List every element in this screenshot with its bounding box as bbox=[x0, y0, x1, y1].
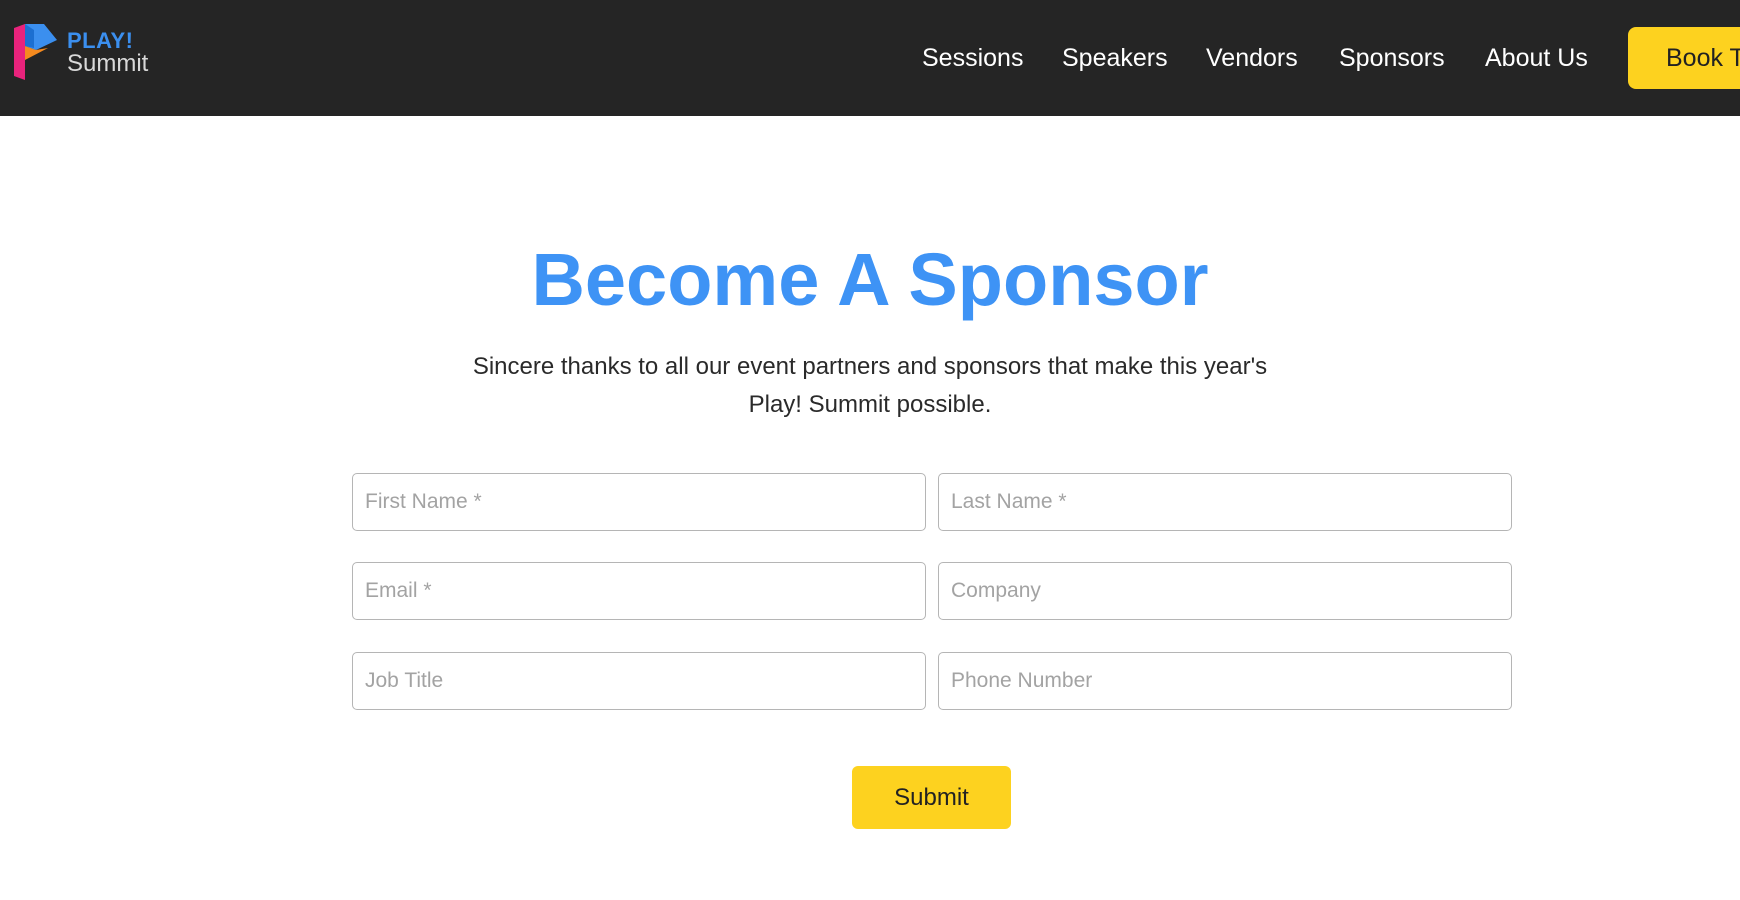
submit-button[interactable]: Submit bbox=[852, 766, 1011, 829]
site-header: PLAY! Summit Sessions Speakers Vendors S… bbox=[0, 0, 1740, 116]
page-subtitle: Sincere thanks to all our event partners… bbox=[472, 353, 1268, 418]
last-name-input[interactable] bbox=[938, 473, 1512, 531]
book-tickets-label: Book T bbox=[1666, 44, 1740, 72]
company-input[interactable] bbox=[938, 562, 1512, 620]
job-title-input[interactable] bbox=[352, 652, 926, 710]
logo-text-play: PLAY! bbox=[67, 28, 134, 53]
page-title: Become A Sponsor bbox=[531, 238, 1209, 321]
nav-item-about-us[interactable]: About Us bbox=[1485, 40, 1588, 76]
nav-item-sessions[interactable]: Sessions bbox=[922, 40, 1023, 76]
first-name-input[interactable] bbox=[352, 473, 926, 531]
book-tickets-button[interactable]: Book T bbox=[1628, 27, 1740, 89]
nav-item-vendors[interactable]: Vendors bbox=[1206, 40, 1298, 76]
nav-item-sponsors[interactable]: Sponsors bbox=[1339, 40, 1445, 76]
nav-item-speakers[interactable]: Speakers bbox=[1062, 40, 1168, 76]
email-input[interactable] bbox=[352, 562, 926, 620]
logo-text-summit: Summit bbox=[67, 50, 149, 77]
play-summit-logo-icon bbox=[14, 24, 57, 80]
site-logo[interactable]: PLAY! Summit bbox=[12, 22, 162, 84]
phone-number-input[interactable] bbox=[938, 652, 1512, 710]
